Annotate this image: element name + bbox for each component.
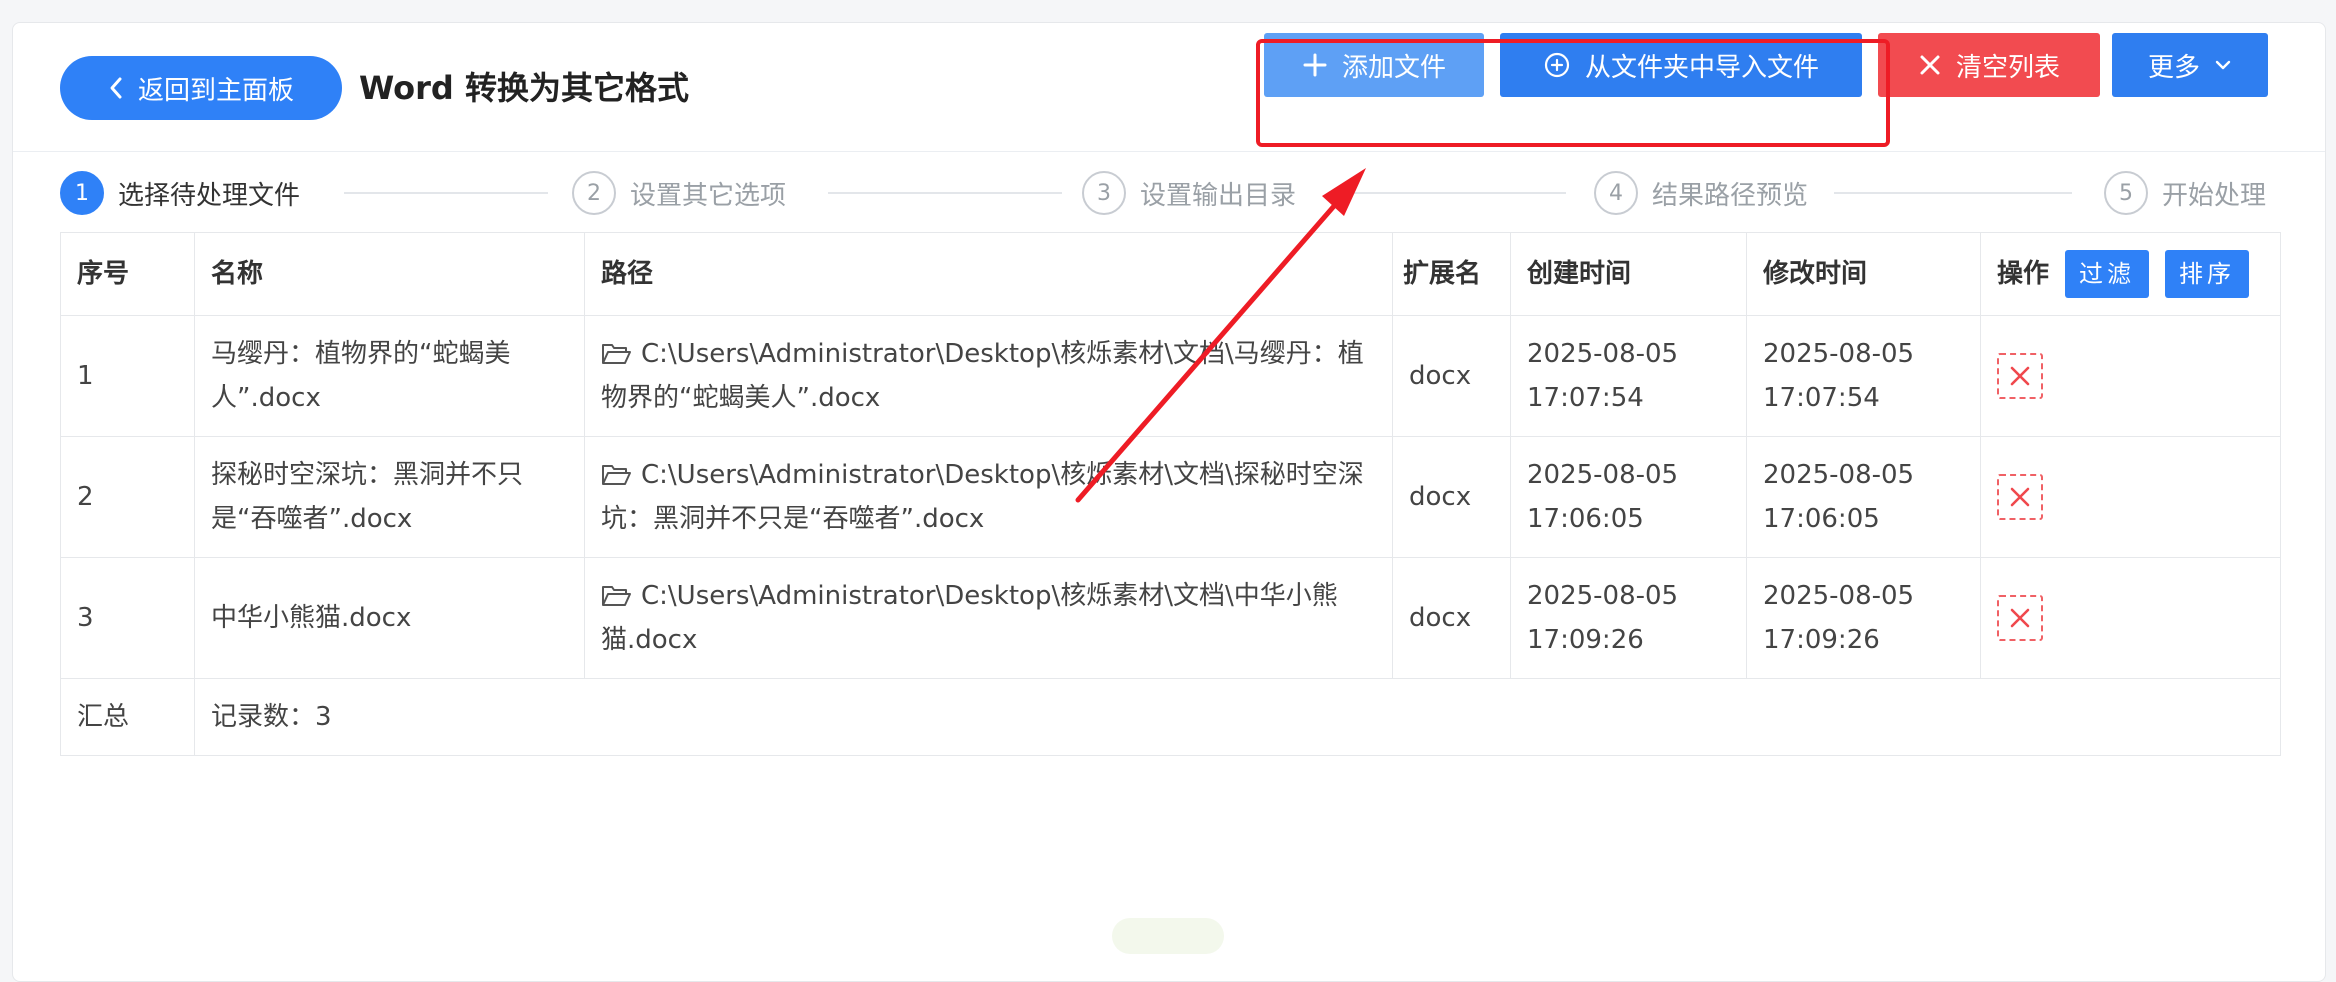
cell-created: 2025-08-05 17:09:26 xyxy=(1510,557,1747,679)
step-label: 结果路径预览 xyxy=(1652,180,1809,211)
record-count: 记录数：3 xyxy=(194,678,2281,756)
watermark-mark xyxy=(1112,918,1224,954)
cell-extension: docx xyxy=(1392,436,1511,558)
column-header-path: 路径 xyxy=(584,232,1393,316)
cell-name: 探秘时空深坑：黑洞并不只是“吞噬者”.docx xyxy=(194,436,585,558)
table-header-row: 序号 名称 路径 扩展名 创建时间 修改时间 操作 过滤 排序 xyxy=(60,232,2281,316)
folder-open-icon xyxy=(602,586,631,606)
cell-created: 2025-08-05 17:07:54 xyxy=(1510,315,1747,437)
close-icon xyxy=(1920,55,1940,75)
column-header-action: 操作 xyxy=(1997,259,2050,289)
clear-list-button[interactable]: 清空列表 xyxy=(1878,33,2100,97)
filter-button[interactable]: 过滤 xyxy=(2065,250,2150,298)
page-title: Word 转换为其它格式 xyxy=(359,69,689,107)
file-table: 序号 名称 路径 扩展名 创建时间 修改时间 操作 过滤 排序 1 马缨丹：植物… xyxy=(60,232,2281,756)
cell-modified: 2025-08-05 17:06:05 xyxy=(1746,436,1981,558)
cell-created: 2025-08-05 17:06:05 xyxy=(1510,436,1747,558)
sort-button[interactable]: 排序 xyxy=(2165,250,2250,298)
step-number: 2 xyxy=(572,171,616,215)
cell-extension: docx xyxy=(1392,557,1511,679)
cell-action xyxy=(1980,315,2281,437)
path-text: C:\Users\Administrator\Desktop\核烁素材\文档\中… xyxy=(601,581,1338,655)
table-summary-row: 汇总 记录数：3 xyxy=(60,678,2281,756)
column-header-index: 序号 xyxy=(60,232,195,316)
cell-index: 3 xyxy=(60,557,195,679)
step-label: 开始处理 xyxy=(2162,180,2267,211)
step-number: 3 xyxy=(1082,171,1126,215)
cell-index: 1 xyxy=(60,315,195,437)
cell-modified: 2025-08-05 17:09:26 xyxy=(1746,557,1981,679)
step-number: 4 xyxy=(1594,171,1638,215)
cell-extension: docx xyxy=(1392,315,1511,437)
cell-modified: 2025-08-05 17:07:54 xyxy=(1746,315,1981,437)
chevron-down-icon xyxy=(2215,60,2231,70)
table-row: 1 马缨丹：植物界的“蛇蝎美人”.docx C:\Users\Administr… xyxy=(60,315,2281,437)
column-header-modified: 修改时间 xyxy=(1746,232,1981,316)
more-menu-button[interactable]: 更多 xyxy=(2112,33,2268,97)
clear-list-label: 清空列表 xyxy=(1955,52,2060,83)
delete-row-button[interactable] xyxy=(1997,595,2043,641)
path-text: C:\Users\Administrator\Desktop\核烁素材\文档\马… xyxy=(601,339,1364,413)
back-button-label: 返回到主面板 xyxy=(137,75,294,106)
table-row: 2 探秘时空深坑：黑洞并不只是“吞噬者”.docx C:\Users\Admin… xyxy=(60,436,2281,558)
folder-open-icon xyxy=(602,465,631,485)
summary-label: 汇总 xyxy=(60,678,195,756)
step-select-files[interactable]: 1 选择待处理文件 xyxy=(60,171,300,215)
step-output-directory[interactable]: 3 设置输出目录 xyxy=(1082,171,1296,215)
delete-x-icon xyxy=(2010,487,2030,507)
delete-x-icon xyxy=(2010,608,2030,628)
cell-action xyxy=(1980,557,2281,679)
cell-path[interactable]: C:\Users\Administrator\Desktop\核烁素材\文档\马… xyxy=(584,315,1393,437)
step-label: 选择待处理文件 xyxy=(118,180,301,211)
table-row: 3 中华小熊猫.docx C:\Users\Administrator\Desk… xyxy=(60,557,2281,679)
step-number: 1 xyxy=(60,171,104,215)
step-number: 5 xyxy=(2104,171,2148,215)
step-start-processing[interactable]: 5 开始处理 xyxy=(2104,171,2266,215)
delete-x-icon xyxy=(2010,366,2030,386)
delete-row-button[interactable] xyxy=(1997,474,2043,520)
cell-action xyxy=(1980,436,2281,558)
chevron-left-icon xyxy=(110,77,122,99)
step-label: 设置输出目录 xyxy=(1140,180,1297,211)
delete-row-button[interactable] xyxy=(1997,353,2043,399)
path-text: C:\Users\Administrator\Desktop\核烁素材\文档\探… xyxy=(601,460,1364,534)
folder-open-icon xyxy=(602,344,631,364)
column-header-created: 创建时间 xyxy=(1510,232,1747,316)
cell-path[interactable]: C:\Users\Administrator\Desktop\核烁素材\文档\探… xyxy=(584,436,1393,558)
column-header-extension: 扩展名 xyxy=(1392,232,1511,316)
column-header-action-cell: 操作 过滤 排序 xyxy=(1980,232,2281,316)
cell-name: 中华小熊猫.docx xyxy=(194,557,585,679)
step-result-preview[interactable]: 4 结果路径预览 xyxy=(1594,171,1808,215)
step-label: 设置其它选项 xyxy=(630,180,787,211)
step-other-options[interactable]: 2 设置其它选项 xyxy=(572,171,786,215)
cell-name: 马缨丹：植物界的“蛇蝎美人”.docx xyxy=(194,315,585,437)
column-header-name: 名称 xyxy=(194,232,585,316)
cell-path[interactable]: C:\Users\Administrator\Desktop\核烁素材\文档\中… xyxy=(584,557,1393,679)
cell-index: 2 xyxy=(60,436,195,558)
annotation-highlight-box xyxy=(1256,39,1890,147)
more-label: 更多 xyxy=(2147,52,2200,83)
back-to-main-button[interactable]: 返回到主面板 xyxy=(60,56,342,120)
